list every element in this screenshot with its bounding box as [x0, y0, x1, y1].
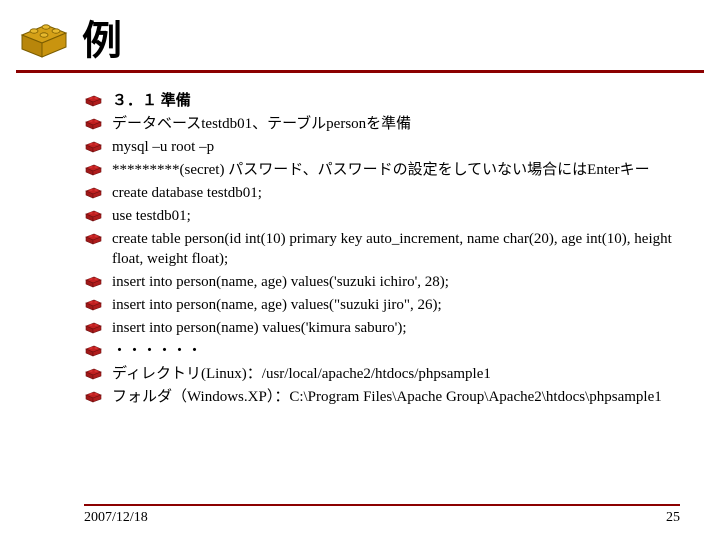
lego-bullet-icon — [84, 208, 104, 227]
slide-body: ３．１ 準備データベースtestdb01、テーブルpersonを準備 mysql … — [0, 91, 720, 408]
lego-bullet-icon — [84, 185, 104, 204]
list-item-text: フォルダ（Windows.XP）：C:\Program Files\Apache… — [112, 387, 662, 407]
lego-bullet-icon — [84, 389, 104, 408]
list-item-text: create database testdb01; — [112, 183, 262, 203]
list-item: insert into person(name) values('kimura … — [84, 318, 680, 339]
list-item: ディレクトリ(Linux)：/usr/local/apache2/htdocs/… — [84, 364, 680, 385]
footer-page: 25 — [666, 510, 680, 526]
lego-bullet-icon — [84, 139, 104, 158]
slide-footer: 2007/12/18 25 — [0, 504, 720, 526]
list-item-text: ・・・・・・ — [112, 341, 202, 361]
list-item: *********(secret) パスワード、パスワードの設定をしていない場合… — [84, 160, 680, 181]
list-item: ３．１ 準備 — [84, 91, 680, 112]
list-item: use testdb01; — [84, 206, 680, 227]
title-underline — [16, 70, 704, 73]
list-item: ・・・・・・ — [84, 341, 680, 362]
lego-bullet-icon — [84, 343, 104, 362]
list-item-text: ディレクトリ(Linux)：/usr/local/apache2/htdocs/… — [112, 364, 491, 384]
slide: 例 ３．１ 準備データベースtestdb01、テーブルpersonを準備 mysq… — [0, 0, 720, 540]
list-item: データベースtestdb01、テーブルpersonを準備 — [84, 114, 680, 135]
list-item-text: データベースtestdb01、テーブルpersonを準備 — [112, 114, 411, 134]
list-item: insert into person(name, age) values("su… — [84, 295, 680, 316]
list-item-text: insert into person(name, age) values('su… — [112, 272, 449, 292]
lego-bullet-icon — [84, 274, 104, 293]
list-item: create database testdb01; — [84, 183, 680, 204]
list-item-text: ３．１ 準備 — [112, 91, 191, 111]
lego-bullet-icon — [84, 297, 104, 316]
lego-bullet-icon — [84, 116, 104, 135]
lego-bullet-icon — [84, 93, 104, 112]
list-item-text: use testdb01; — [112, 206, 191, 226]
lego-bullet-icon — [84, 162, 104, 181]
list-item-text: *********(secret) パスワード、パスワードの設定をしていない場合… — [112, 160, 650, 180]
lego-bullet-icon — [84, 320, 104, 339]
footer-date: 2007/12/18 — [84, 510, 148, 526]
list-item-text: insert into person(name) values('kimura … — [112, 318, 407, 338]
lego-bullet-icon — [84, 366, 104, 385]
title-row: 例 — [0, 0, 720, 70]
list-item: mysql –u root –p — [84, 137, 680, 158]
list-item-text: create table person(id int(10) primary k… — [112, 229, 680, 270]
lego-bullet-icon — [84, 231, 104, 250]
list-item: フォルダ（Windows.XP）：C:\Program Files\Apache… — [84, 387, 680, 408]
list-item-text: insert into person(name, age) values("su… — [112, 295, 442, 315]
list-item: create table person(id int(10) primary k… — [84, 229, 680, 270]
footer-rule — [84, 504, 680, 506]
slide-title: 例 — [82, 8, 122, 66]
list-item-text: mysql –u root –p — [112, 137, 214, 157]
list-item: insert into person(name, age) values('su… — [84, 272, 680, 293]
lego-icon — [16, 15, 72, 59]
